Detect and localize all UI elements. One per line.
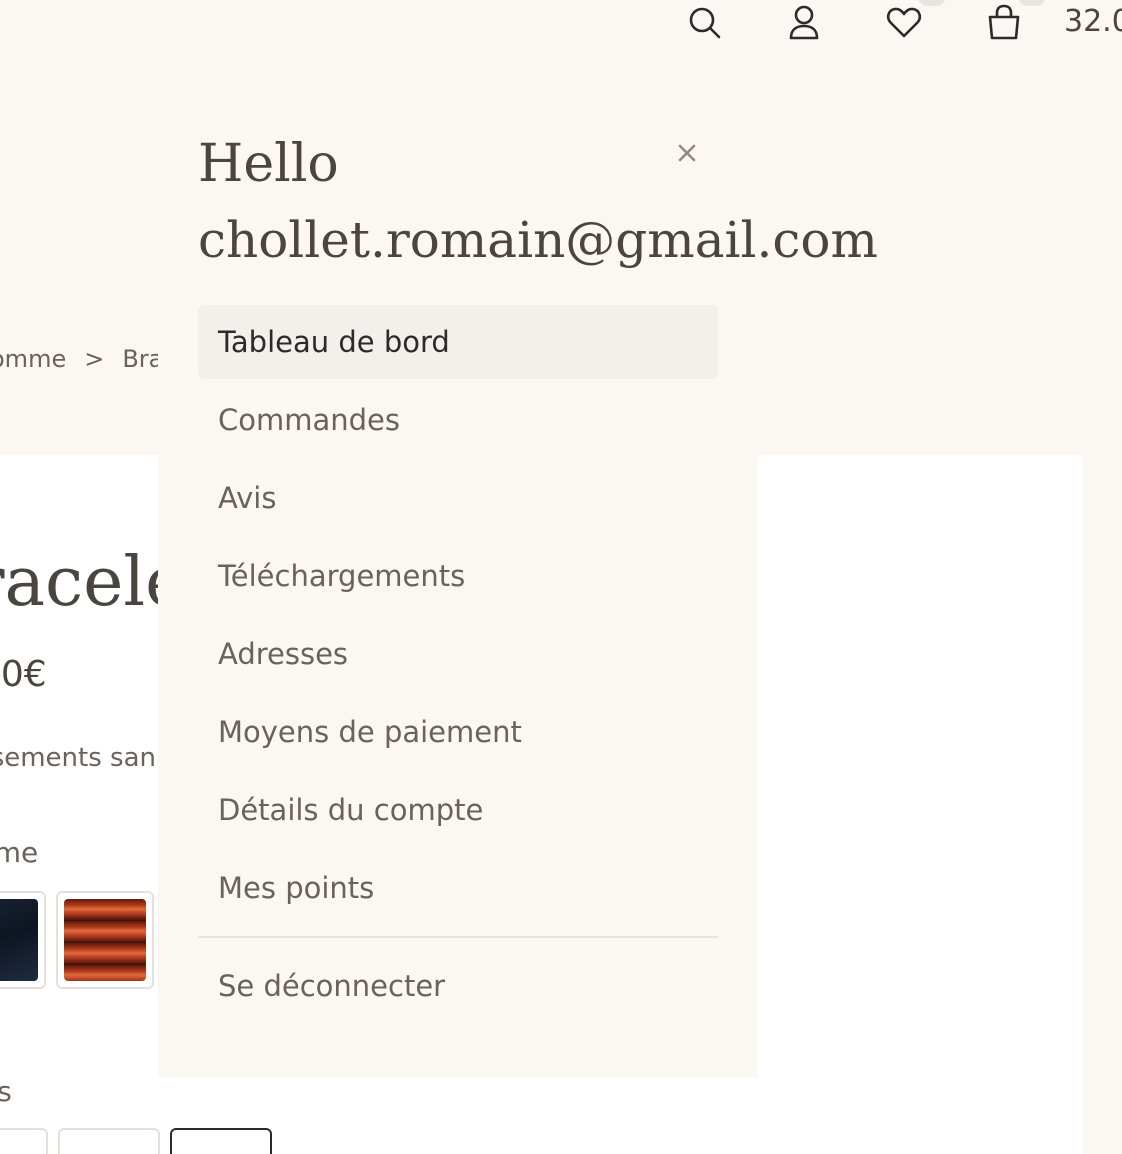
account-dropdown: Hello chollet.romain@gmail.com Tableau d… [158,112,878,1077]
swatch-image [0,899,38,981]
close-button[interactable] [670,136,704,170]
size-option-selected[interactable] [170,1128,272,1154]
menu-item-dashboard[interactable]: Tableau de bord [198,305,718,379]
size-option[interactable] [58,1128,160,1154]
header-icons: 32.0 [682,0,1122,48]
size-label: es [0,1075,12,1108]
swatch-image [64,899,146,981]
breadcrumb: omme>Bra [0,344,163,374]
product-payment-note: rsements san [0,743,156,773]
menu-item-orders[interactable]: Commandes [198,383,718,457]
account-menu-list: Tableau de bord Commandes Avis Télécharg… [198,305,718,929]
menu-divider [198,936,718,938]
search-icon[interactable] [684,2,724,42]
close-icon [678,144,696,162]
color-swatch-navy[interactable] [0,891,46,989]
account-greeting: Hello chollet.romain@gmail.com [198,126,938,278]
greeting-hello: Hello [198,134,339,194]
greeting-email: chollet.romain@gmail.com [198,211,878,269]
bag-icon[interactable] [984,2,1024,42]
cart-total[interactable]: 32.0 [1064,5,1122,39]
color-label: nme [0,836,39,869]
menu-item-reviews[interactable]: Avis [198,461,718,535]
menu-item-downloads[interactable]: Téléchargements [198,539,718,613]
page: 32.0 omme>Bra racele 00€ rsements san nm… [0,0,1122,1154]
menu-item-points[interactable]: Mes points [198,851,718,925]
menu-item-payment-methods[interactable]: Moyens de paiement [198,695,718,769]
size-option[interactable] [0,1128,48,1154]
menu-item-account-details[interactable]: Détails du compte [198,773,718,847]
user-icon[interactable] [784,2,824,42]
product-price: 00€ [0,654,47,695]
menu-item-addresses[interactable]: Adresses [198,617,718,691]
breadcrumb-separator: > [84,345,105,373]
color-swatch-red[interactable] [56,891,154,989]
logout-link[interactable]: Se déconnecter [198,949,718,1023]
heart-icon[interactable] [884,2,924,42]
breadcrumb-item[interactable]: omme [0,345,66,373]
